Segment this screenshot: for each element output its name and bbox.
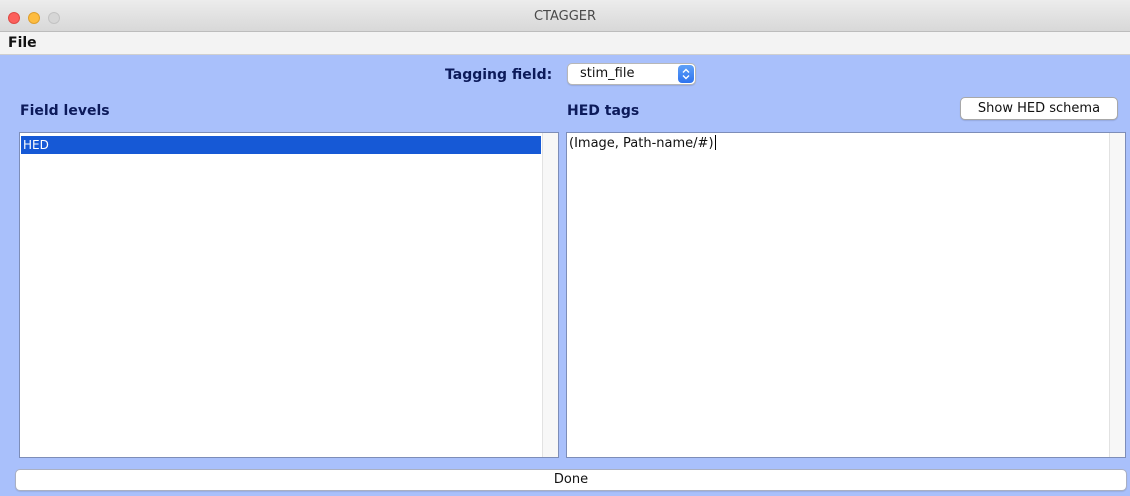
menu-bar: File <box>0 32 1130 55</box>
done-button[interactable]: Done <box>15 469 1127 491</box>
show-hed-schema-button[interactable]: Show HED schema <box>960 97 1118 120</box>
window-title: CTAGGER <box>533 9 597 24</box>
title-bar: CTAGGER <box>0 0 1130 32</box>
hed-tags-editor[interactable]: (Image, Path-name/#) <box>566 132 1126 458</box>
hed-tags-scrollbar[interactable] <box>1109 133 1125 457</box>
chevron-up-down-icon <box>678 65 694 83</box>
list-item[interactable]: HED <box>21 136 541 154</box>
tagging-field-label: Tagging field: <box>445 67 553 83</box>
field-levels-scrollbar[interactable] <box>542 133 558 457</box>
text-cursor <box>714 135 716 150</box>
ctagger-window: CTAGGER File Tagging field: stim_file Fi… <box>0 0 1130 496</box>
hed-tags-content: (Image, Path-name/#) <box>569 135 716 151</box>
tagging-field-value: stim_file <box>580 66 635 81</box>
tagging-field-select[interactable]: stim_file <box>567 63 696 85</box>
field-levels-list[interactable]: HED <box>19 132 559 458</box>
field-levels-heading: Field levels <box>20 103 110 119</box>
hed-tags-heading: HED tags <box>567 103 640 119</box>
file-menu[interactable]: File <box>8 35 37 51</box>
hed-tags-text: (Image, Path-name/#) <box>569 136 714 151</box>
